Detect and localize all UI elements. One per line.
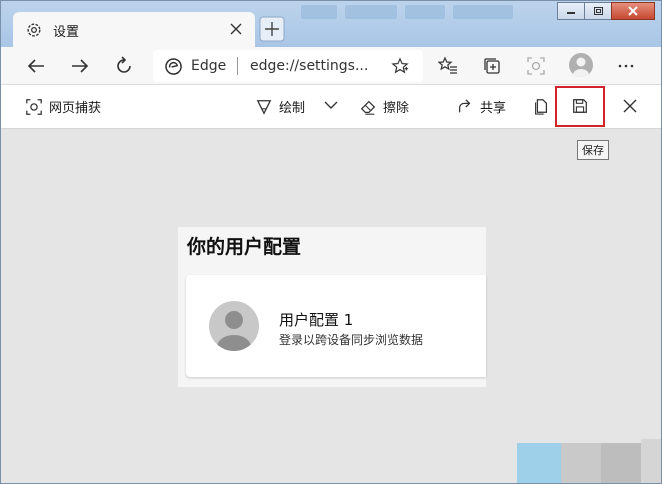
draw-options-dropdown[interactable] — [323, 97, 345, 113]
close-icon — [628, 6, 638, 16]
blurred-background — [345, 5, 397, 19]
more-icon — [618, 64, 634, 68]
tab-settings[interactable]: 设置 — [13, 12, 255, 47]
close-icon — [623, 99, 637, 113]
plus-icon — [259, 16, 285, 42]
avatar-icon — [573, 57, 589, 77]
url-text[interactable]: edge://settings... — [250, 58, 368, 74]
site-label: Edge — [191, 58, 227, 74]
minimize-icon — [567, 12, 575, 14]
back-button[interactable] — [23, 53, 49, 79]
profile-avatar-button[interactable] — [569, 53, 593, 77]
more-options-button[interactable] — [613, 53, 639, 79]
arrow-left-icon — [27, 59, 44, 73]
refresh-icon — [117, 56, 131, 73]
navigation-bar: Edge edge://settings... — [1, 47, 661, 85]
browser-window: 设置 Edge edge://settings... 网页捕获 绘制 擦除 共享… — [0, 0, 662, 484]
web-capture-button[interactable] — [523, 53, 549, 79]
window-controls — [557, 2, 655, 20]
profile-panel: 你的用户配置 用户配置 1 登录以跨设备同步浏览数据 — [178, 227, 486, 387]
save-tooltip: 保存 — [577, 140, 609, 160]
copy-icon — [535, 99, 548, 115]
edge-logo-icon — [165, 58, 182, 75]
profile-name: 用户配置 1 — [279, 311, 354, 329]
save-button-highlight — [555, 86, 605, 127]
close-icon[interactable] — [227, 20, 245, 38]
share-label: 共享 — [480, 101, 507, 116]
favorites-button[interactable] — [435, 53, 461, 79]
address-divider — [237, 57, 238, 75]
blurred-background — [405, 5, 445, 19]
refresh-button[interactable] — [111, 53, 137, 79]
collections-button[interactable] — [479, 53, 505, 79]
arrow-right-icon — [72, 59, 89, 73]
star-icon[interactable] — [391, 57, 409, 75]
blurred-background — [301, 5, 337, 19]
avatar-icon — [217, 311, 251, 351]
draw-button[interactable]: 绘制 — [255, 97, 305, 116]
profile-description: 登录以跨设备同步浏览数据 — [279, 333, 424, 347]
new-tab-button[interactable] — [259, 16, 285, 42]
captured-page-area: 你的用户配置 用户配置 1 登录以跨设备同步浏览数据 — [1, 129, 661, 483]
blurred-background — [453, 5, 513, 19]
close-capture-button[interactable] — [621, 97, 645, 115]
profile-heading: 你的用户配置 — [187, 236, 302, 258]
collections-icon — [484, 58, 500, 74]
address-bar[interactable]: Edge edge://settings... — [153, 50, 423, 82]
gear-icon — [27, 23, 41, 37]
erase-label: 擦除 — [383, 101, 410, 116]
eraser-icon — [360, 100, 376, 115]
profile-card[interactable]: 用户配置 1 登录以跨设备同步浏览数据 — [186, 275, 486, 377]
maximize-button[interactable] — [584, 2, 612, 20]
pen-icon — [256, 99, 272, 115]
close-window-button[interactable] — [611, 2, 655, 20]
web-capture-mode[interactable]: 网页捕获 — [25, 97, 101, 116]
chevron-down-icon — [324, 101, 338, 109]
erase-button[interactable]: 擦除 — [359, 97, 409, 116]
web-capture-icon — [26, 98, 42, 115]
forward-button[interactable] — [67, 53, 93, 79]
share-button[interactable]: 共享 — [456, 97, 506, 116]
avatar — [209, 301, 259, 351]
restore-icon — [594, 7, 603, 15]
draw-label: 绘制 — [279, 101, 306, 116]
tab-strip: 设置 — [1, 1, 661, 47]
web-capture-label: 网页捕获 — [49, 101, 102, 116]
watermark-decoration — [517, 439, 661, 483]
copy-button[interactable] — [532, 97, 556, 115]
favorites-icon — [438, 56, 457, 74]
web-capture-icon — [527, 57, 545, 75]
tab-title: 设置 — [53, 25, 80, 40]
share-icon — [458, 98, 471, 112]
minimize-button[interactable] — [557, 2, 585, 20]
